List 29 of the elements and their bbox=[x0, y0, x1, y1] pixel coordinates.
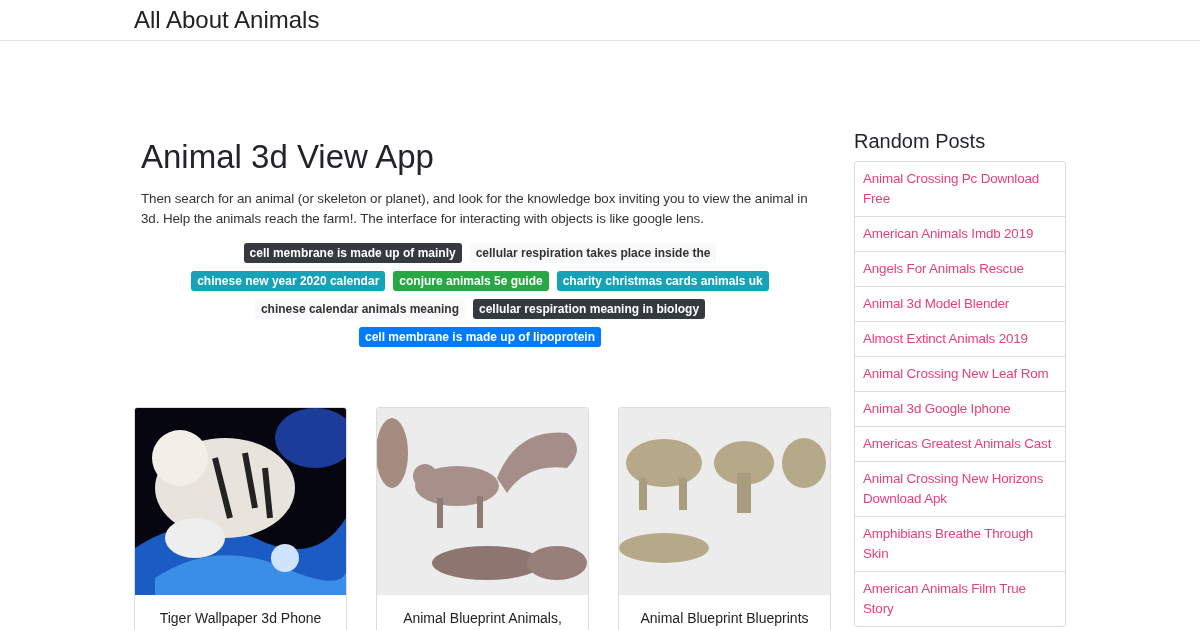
tag-link[interactable]: cell membrane is made up of lipoprotein bbox=[358, 327, 601, 347]
post-link[interactable]: Animal 3d Model Blender bbox=[855, 286, 1065, 321]
post-link[interactable]: Americas Greatest Animals Cast bbox=[855, 426, 1065, 461]
post-link[interactable]: Amphibians Breathe Through Skin bbox=[855, 516, 1065, 571]
post-card[interactable]: Animal Blueprint Animals, bbox=[376, 407, 589, 630]
post-card[interactable]: Tiger Wallpaper 3d Phone bbox=[134, 407, 347, 630]
post-link[interactable]: American Animals Film True Story bbox=[855, 571, 1065, 626]
tag-link[interactable]: chinese new year 2020 calendar bbox=[191, 271, 386, 291]
post-card[interactable]: Animal Blueprint Blueprints bbox=[618, 407, 831, 630]
post-link[interactable]: Almost Extinct Animals 2019 bbox=[855, 321, 1065, 356]
article-title: Animal 3d View App bbox=[141, 137, 435, 177]
tag-link[interactable]: charity christmas cards animals uk bbox=[556, 271, 769, 291]
post-link[interactable]: Animal Crossing New Horizons Download Apk bbox=[855, 461, 1065, 516]
post-link[interactable]: Animal 3d Google Iphone bbox=[855, 391, 1065, 426]
post-link[interactable]: American Animals Imdb 2019 bbox=[855, 216, 1065, 251]
site-title[interactable]: All About Animals bbox=[134, 3, 320, 37]
tag-link[interactable]: chinese calendar animals meaning bbox=[254, 299, 465, 319]
tag-link[interactable]: cell membrane is made up of mainly bbox=[243, 243, 462, 263]
tag-link[interactable]: cellular respiration takes place inside the bbox=[469, 243, 717, 263]
post-link[interactable]: Animal Crossing New Leaf Rom bbox=[855, 356, 1065, 391]
tag-link[interactable]: cellular respiration meaning in biology bbox=[473, 299, 706, 319]
sidebar-title: Random Posts bbox=[854, 129, 987, 153]
card-caption: Animal Blueprint Animals, bbox=[402, 609, 563, 628]
post-link[interactable]: Angels For Animals Rescue bbox=[855, 251, 1065, 286]
article-text: Then search for an animal (or skeleton or planet), and look for the knowledge box inviting you to view the animal in 3d. Help the animals reach the farm!. The interface for interacting with objects is like google lens. bbox=[141, 190, 809, 228]
tag-link[interactable]: conjure animals 5e guide bbox=[393, 271, 549, 291]
post-link[interactable]: Animal Crossing Pc Download Free bbox=[855, 162, 1065, 216]
card-caption: Animal Blueprint Blueprints bbox=[639, 609, 810, 628]
card-caption: Tiger Wallpaper 3d Phone bbox=[158, 609, 323, 628]
